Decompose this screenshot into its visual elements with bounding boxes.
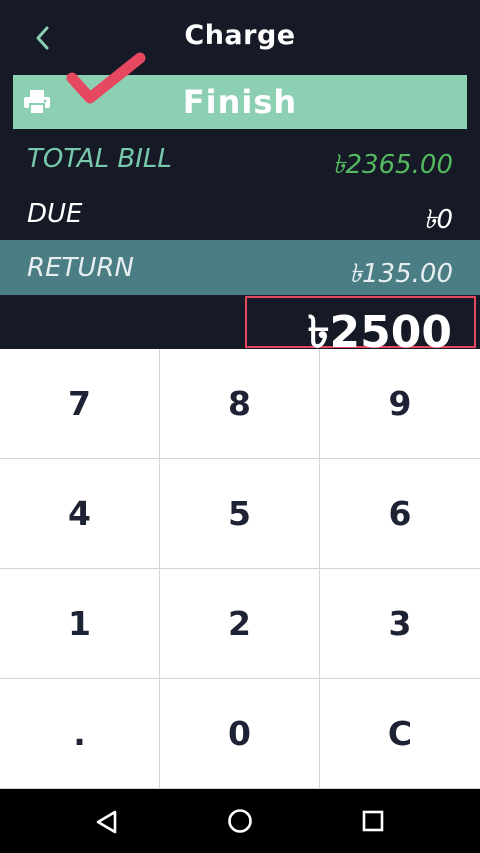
- return-value: ৳135.00: [349, 259, 453, 289]
- return-row: RETURN ৳135.00: [0, 240, 480, 295]
- key-5[interactable]: 5: [160, 459, 320, 569]
- back-triangle-icon[interactable]: [94, 809, 120, 835]
- home-circle-icon[interactable]: [227, 808, 253, 834]
- return-label: RETURN: [27, 253, 134, 283]
- key-0[interactable]: 0: [160, 679, 320, 789]
- recents-square-icon[interactable]: [362, 810, 384, 832]
- checkmark-icon: [66, 52, 146, 104]
- total-bill-label: TOTAL BILL: [27, 144, 172, 174]
- key-9[interactable]: 9: [320, 349, 480, 459]
- key-1[interactable]: 1: [0, 569, 160, 679]
- total-bill-value: ৳2365.00: [332, 150, 453, 180]
- key-2[interactable]: 2: [160, 569, 320, 679]
- total-bill-row: TOTAL BILL ৳2365.00: [0, 131, 480, 183]
- system-nav-bar: [0, 789, 480, 853]
- key-4[interactable]: 4: [0, 459, 160, 569]
- due-value: ৳0: [423, 205, 454, 235]
- due-row: DUE ৳0: [0, 186, 480, 238]
- key-8[interactable]: 8: [160, 349, 320, 459]
- due-label: DUE: [27, 199, 83, 229]
- amount-input-display[interactable]: ৳2500: [245, 296, 476, 358]
- page-title: Charge: [184, 20, 296, 51]
- key-3[interactable]: 3: [320, 569, 480, 679]
- numeric-keypad: 7 8 9 4 5 6 1 2 3 . 0 C: [0, 349, 480, 789]
- key-7[interactable]: 7: [0, 349, 160, 459]
- key-6[interactable]: 6: [320, 459, 480, 569]
- key-clear[interactable]: C: [320, 679, 480, 789]
- key-decimal[interactable]: .: [0, 679, 160, 789]
